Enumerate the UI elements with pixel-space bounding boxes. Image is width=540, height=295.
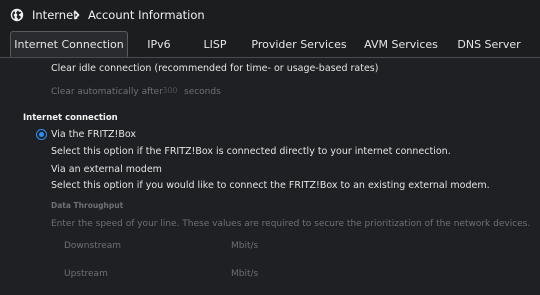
- chevron-right-icon: [74, 10, 80, 20]
- clear-auto-suffix-label: seconds: [184, 87, 221, 97]
- breadcrumb: Internet Account Information: [0, 0, 540, 30]
- tab-bar: Internet Connection IPv6 LISP Provider S…: [0, 31, 540, 58]
- upstream-unit: Mbit/s: [231, 269, 259, 279]
- tab-internet-connection[interactable]: Internet Connection: [10, 31, 128, 57]
- tab-label: Provider Services: [251, 37, 347, 51]
- via-fritzbox-description: Select this option if the FRITZ!Box is c…: [51, 146, 451, 157]
- tab-ipv6[interactable]: IPv6: [137, 31, 181, 57]
- internet-connection-heading: Internet connection: [23, 113, 118, 123]
- upstream-label: Upstream: [64, 269, 108, 279]
- tab-label: DNS Server: [457, 37, 521, 51]
- tab-label: Internet Connection: [14, 37, 124, 51]
- data-throughput-heading: Data Throughput: [51, 201, 124, 210]
- tab-avm-services[interactable]: AVM Services: [362, 31, 440, 57]
- tab-label: LISP: [203, 37, 227, 51]
- via-modem-description: Select this option if you would like to …: [51, 180, 490, 191]
- tab-label: AVM Services: [364, 37, 438, 51]
- via-modem-label[interactable]: Via an external modem: [51, 163, 162, 176]
- tab-lisp[interactable]: LISP: [193, 31, 237, 57]
- data-throughput-description: Enter the speed of your line. These valu…: [51, 219, 531, 229]
- radio-selected-dot: [39, 132, 44, 137]
- downstream-unit: Mbit/s: [231, 241, 259, 251]
- tab-dns-server[interactable]: DNS Server: [455, 31, 523, 57]
- idle-seconds-input[interactable]: 300: [160, 84, 180, 98]
- downstream-label: Downstream: [64, 241, 122, 251]
- tab-label: IPv6: [147, 37, 171, 51]
- breadcrumb-section-link[interactable]: Internet: [32, 8, 78, 22]
- clear-auto-prefix-label: Clear automatically after: [51, 87, 163, 97]
- breadcrumb-page-title: Account Information: [88, 8, 205, 22]
- via-fritzbox-radio[interactable]: [36, 129, 47, 140]
- tab-provider-services[interactable]: Provider Services: [251, 31, 347, 57]
- globe-icon: [10, 8, 24, 22]
- via-fritzbox-label[interactable]: Via the FRITZ!Box: [51, 128, 136, 141]
- clear-idle-option-label[interactable]: Clear idle connection (recommended for t…: [51, 62, 378, 75]
